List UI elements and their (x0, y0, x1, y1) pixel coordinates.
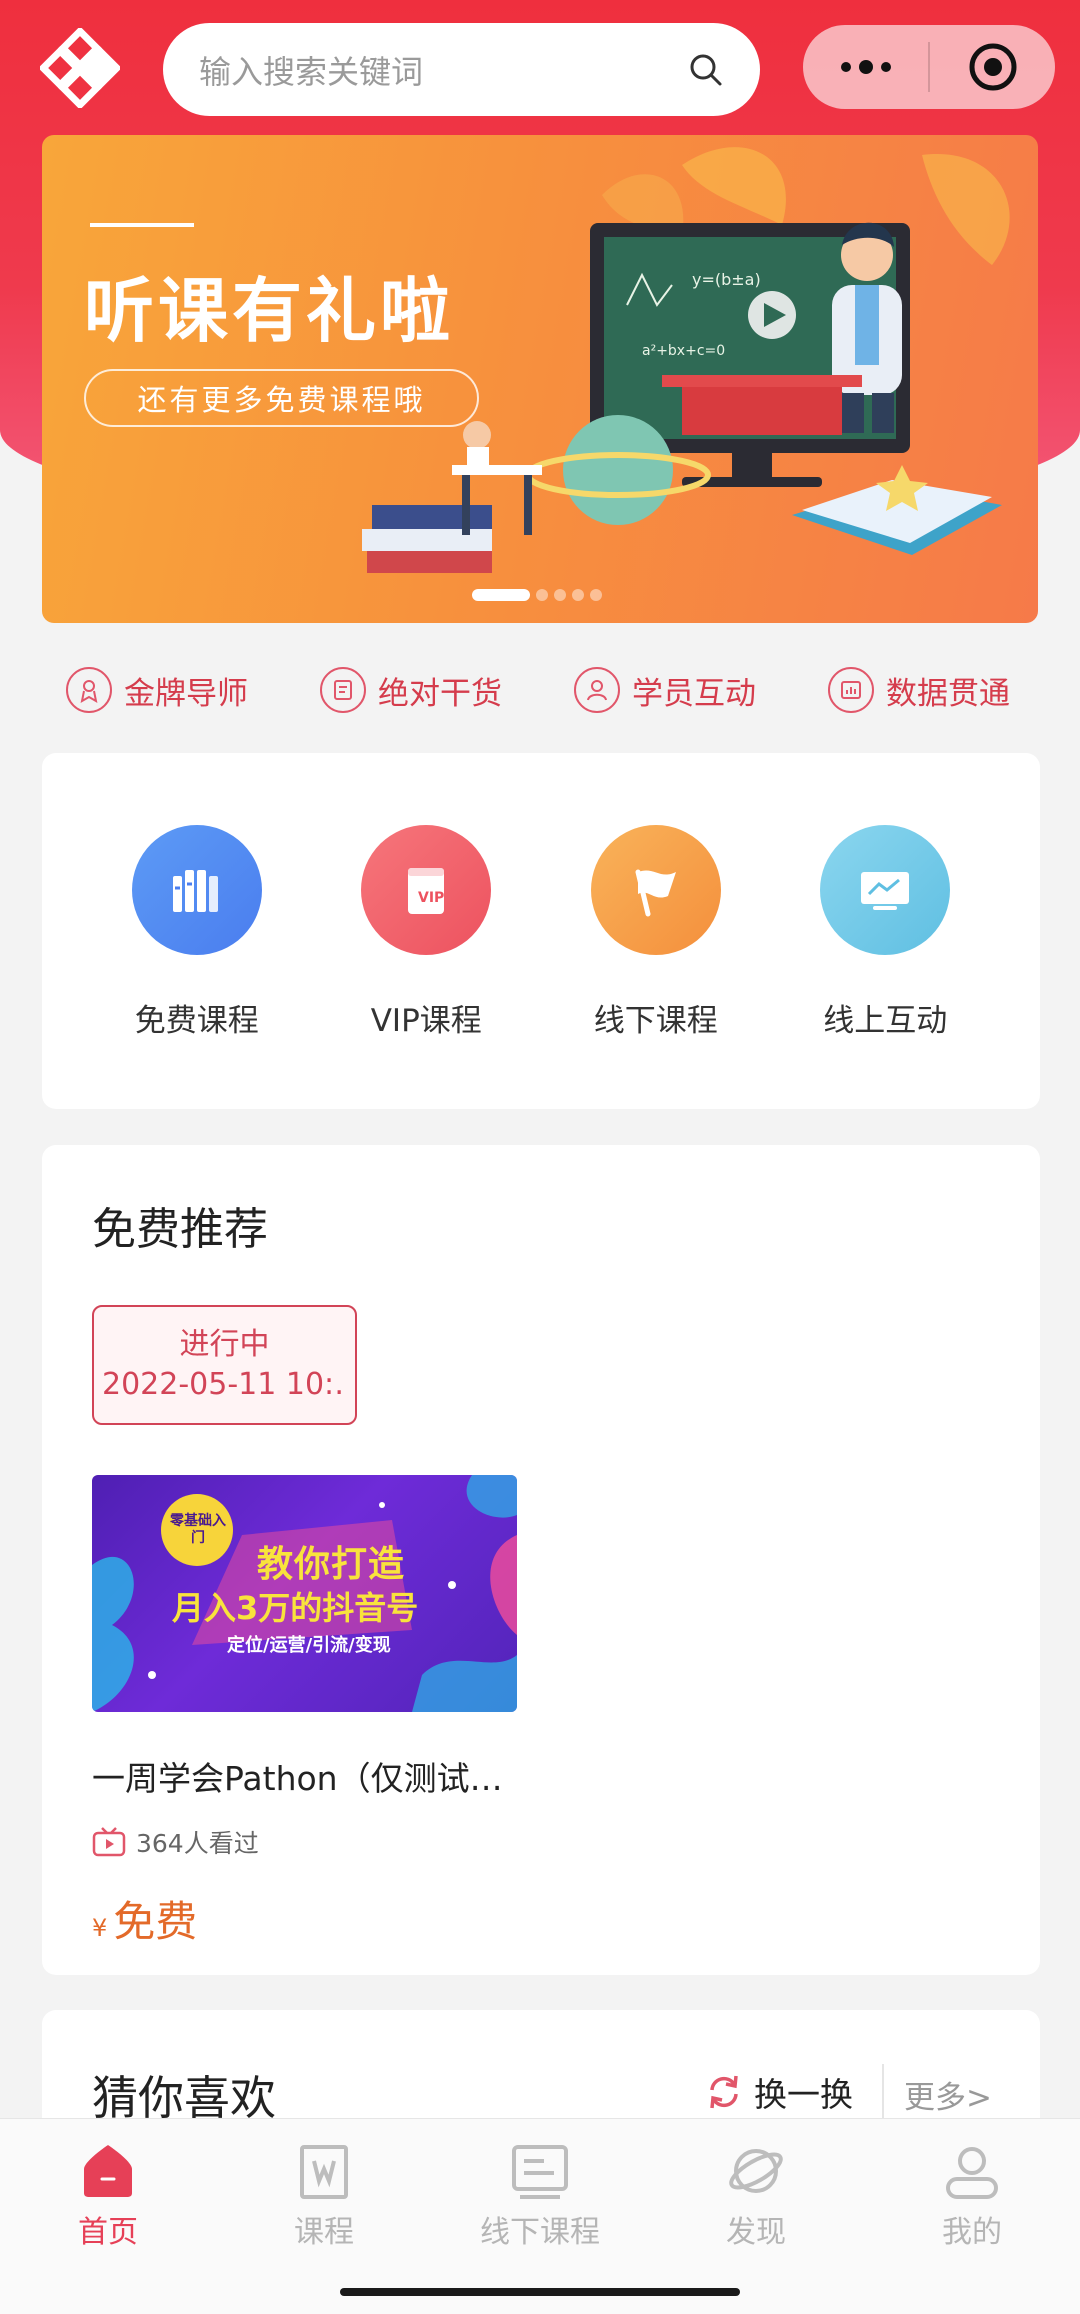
refresh-label: 换一换 (754, 2075, 853, 2114)
more-dots-icon (840, 60, 891, 74)
svg-text:y=(b±a): y=(b±a) (692, 270, 761, 289)
pagination-dot[interactable] (590, 589, 602, 601)
feature-dry-goods: 绝对干货 (284, 660, 538, 720)
tab-courses[interactable]: 课程 (216, 2119, 432, 2279)
search-icon[interactable] (688, 52, 724, 88)
planet-icon (729, 2149, 783, 2193)
category-label: 免费课程 (134, 1003, 259, 1039)
category-label: VIP课程 (370, 1003, 482, 1039)
course-views: 364人看过 (92, 1824, 990, 1860)
books-icon (172, 870, 218, 912)
more-menu-button[interactable] (803, 25, 928, 109)
feature-highlights: 金牌导师 绝对干货 学员互动 数据贯通 (0, 660, 1080, 720)
category-label: 线上互动 (823, 1003, 948, 1039)
feature-label: 金牌导师 (124, 675, 248, 712)
banner-illustration: y=(b±a) a²+bx+c=0 (362, 147, 1010, 573)
price-value: 免费 (113, 1897, 198, 1946)
vip-book-icon: VIP (408, 868, 445, 914)
document-icon (320, 667, 366, 713)
category-label: 线下课程 (593, 1003, 718, 1039)
tab-label: 发现 (726, 2215, 786, 2250)
currency-symbol: ¥ (92, 1914, 108, 1942)
offline-course-icon (512, 2145, 568, 2199)
banner-pagination (472, 589, 602, 601)
course-book-icon (300, 2145, 348, 2199)
promo-banner[interactable]: 听课有礼啦 还有更多免费课程哦 y=(b±a) a²+bx+c=0 (42, 135, 1038, 623)
pagination-dot[interactable] (554, 589, 566, 601)
tab-label: 线下课程 (480, 2215, 600, 2250)
close-miniprogram-button[interactable] (930, 25, 1055, 109)
status-label: 进行中 (179, 1327, 270, 1362)
feature-label: 绝对干货 (378, 675, 502, 712)
svg-text:a²+bx+c=0: a²+bx+c=0 (642, 343, 725, 359)
course-cover-headline-1: 教你打造 (257, 1544, 406, 1585)
tab-home[interactable]: 首页 (0, 2119, 216, 2279)
pagination-dot-active[interactable] (472, 589, 530, 601)
course-views-count: 364人看过 (136, 1829, 259, 1858)
pagination-dot[interactable] (536, 589, 548, 601)
course-cover-badge: 零基础入门 (170, 1513, 226, 1546)
home-indicator (340, 2288, 740, 2296)
medal-icon (66, 667, 112, 713)
flag-icon (635, 869, 676, 917)
category-grid: 免费课程 VIP VIP课程 线下课程 线上互动 (42, 753, 1040, 1109)
feature-label: 数据贯通 (886, 675, 1010, 712)
category-vip-courses[interactable]: VIP VIP课程 (312, 753, 542, 1109)
tab-discover[interactable]: 发现 (648, 2119, 864, 2279)
tab-label: 首页 (78, 2215, 138, 2250)
tv-play-icon (92, 1827, 126, 1857)
people-icon (574, 667, 620, 713)
divider (882, 2064, 884, 2118)
category-free-courses[interactable]: 免费课程 (82, 753, 312, 1109)
course-price: ¥ 免费 (92, 1888, 990, 1949)
home-icon (84, 2145, 132, 2197)
category-offline-courses[interactable]: 线下课程 (541, 753, 771, 1109)
course-cover-tagline: 定位/运营/引流/变现 (227, 1635, 391, 1656)
search-placeholder: 输入搜索关键词 (199, 52, 424, 91)
tab-offline-courses[interactable]: 线下课程 (432, 2119, 648, 2279)
feature-label: 学员互动 (632, 675, 756, 712)
bottom-tab-bar: 首页 课程 线下课程 发现 我的 (0, 2118, 1080, 2314)
tab-label: 课程 (294, 2215, 354, 2250)
chart-icon (828, 667, 874, 713)
category-online-interaction[interactable]: 线上互动 (771, 753, 1001, 1109)
svg-text:VIP: VIP (418, 890, 444, 906)
live-status-tab[interactable]: 进行中 2022-05-11 10:… (92, 1305, 357, 1425)
refresh-icon (710, 2075, 738, 2109)
tab-label: 我的 (942, 2215, 1002, 2250)
course-cover-headline-2: 月入3万的抖音号 (172, 1589, 419, 1627)
pagination-dot[interactable] (572, 589, 584, 601)
category-icon-circle (820, 825, 951, 955)
free-recommend-section: 免费推荐 进行中 2022-05-11 10:… 零基础入门 教你打造 月入3万… (42, 1145, 1040, 1975)
course-title[interactable]: 一周学会Pathon（仅测试… (92, 1752, 517, 1800)
more-link[interactable]: 更多> (904, 2072, 992, 2117)
miniprogram-capsule (803, 25, 1055, 109)
course-thumbnail[interactable]: 零基础入门 教你打造 月入3万的抖音号 定位/运营/引流/变现 (92, 1475, 517, 1712)
feature-student-interaction: 学员互动 (538, 660, 792, 720)
feature-gold-mentor: 金牌导师 (30, 660, 284, 720)
tab-mine[interactable]: 我的 (864, 2119, 1080, 2279)
app-logo-icon (40, 28, 120, 108)
section-title: 免费推荐 (92, 1204, 268, 1255)
status-time: 2022-05-11 10:… (102, 1367, 347, 1402)
refresh-button[interactable]: 换一换 (704, 2068, 853, 2116)
target-close-icon (969, 43, 1016, 91)
category-icon-circle: VIP (361, 825, 492, 955)
feature-data-connect: 数据贯通 (792, 660, 1046, 720)
category-icon-circle (131, 825, 262, 955)
search-bar[interactable]: 输入搜索关键词 (163, 23, 760, 116)
monitor-chart-icon (861, 872, 910, 910)
category-icon-circle (590, 825, 721, 955)
profile-icon (946, 2147, 998, 2199)
